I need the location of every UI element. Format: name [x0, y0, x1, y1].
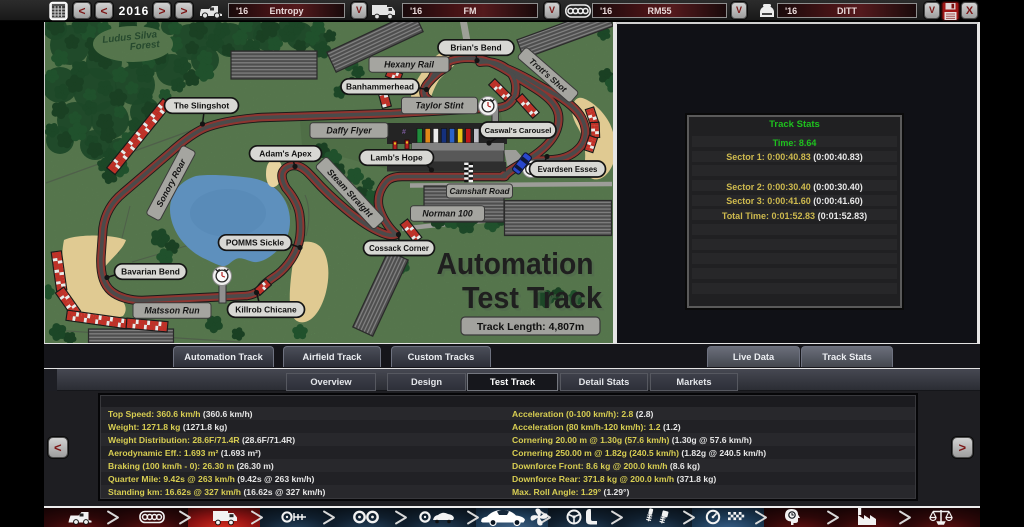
svg-text:Test Track: Test Track	[462, 280, 603, 315]
svg-text:Taylor Stint: Taylor Stint	[415, 101, 464, 111]
svg-text:Adam's Apex: Adam's Apex	[259, 149, 312, 159]
svg-text:Lamb's Hope: Lamb's Hope	[370, 153, 423, 163]
svg-text:Evardsen Esses: Evardsen Esses	[538, 165, 598, 174]
svg-text:Cossack Corner: Cossack Corner	[369, 244, 429, 253]
svg-text:Killrob Chicane: Killrob Chicane	[235, 305, 297, 315]
svg-text:Brian's Bend: Brian's Bend	[450, 43, 501, 53]
svg-text:Daffy Flyer: Daffy Flyer	[326, 126, 372, 136]
svg-text:POMMS Sickle: POMMS Sickle	[226, 238, 285, 248]
svg-text:Banhammerhead: Banhammerhead	[346, 82, 414, 92]
svg-text:#: #	[402, 129, 406, 136]
svg-text:The Slingshot: The Slingshot	[174, 101, 230, 111]
svg-text:Norman 100: Norman 100	[422, 209, 472, 219]
svg-text:Automation: Automation	[437, 246, 594, 281]
svg-text:Matsson Run: Matsson Run	[144, 306, 199, 316]
svg-text:Bavarian Bend: Bavarian Bend	[121, 267, 180, 277]
svg-text:Caswal's Carousel: Caswal's Carousel	[485, 126, 552, 135]
svg-text:Track Length: 4,807m: Track Length: 4,807m	[477, 321, 584, 333]
svg-text:Hexany Rail: Hexany Rail	[384, 60, 434, 70]
svg-text:Camshaft Road: Camshaft Road	[449, 187, 510, 196]
